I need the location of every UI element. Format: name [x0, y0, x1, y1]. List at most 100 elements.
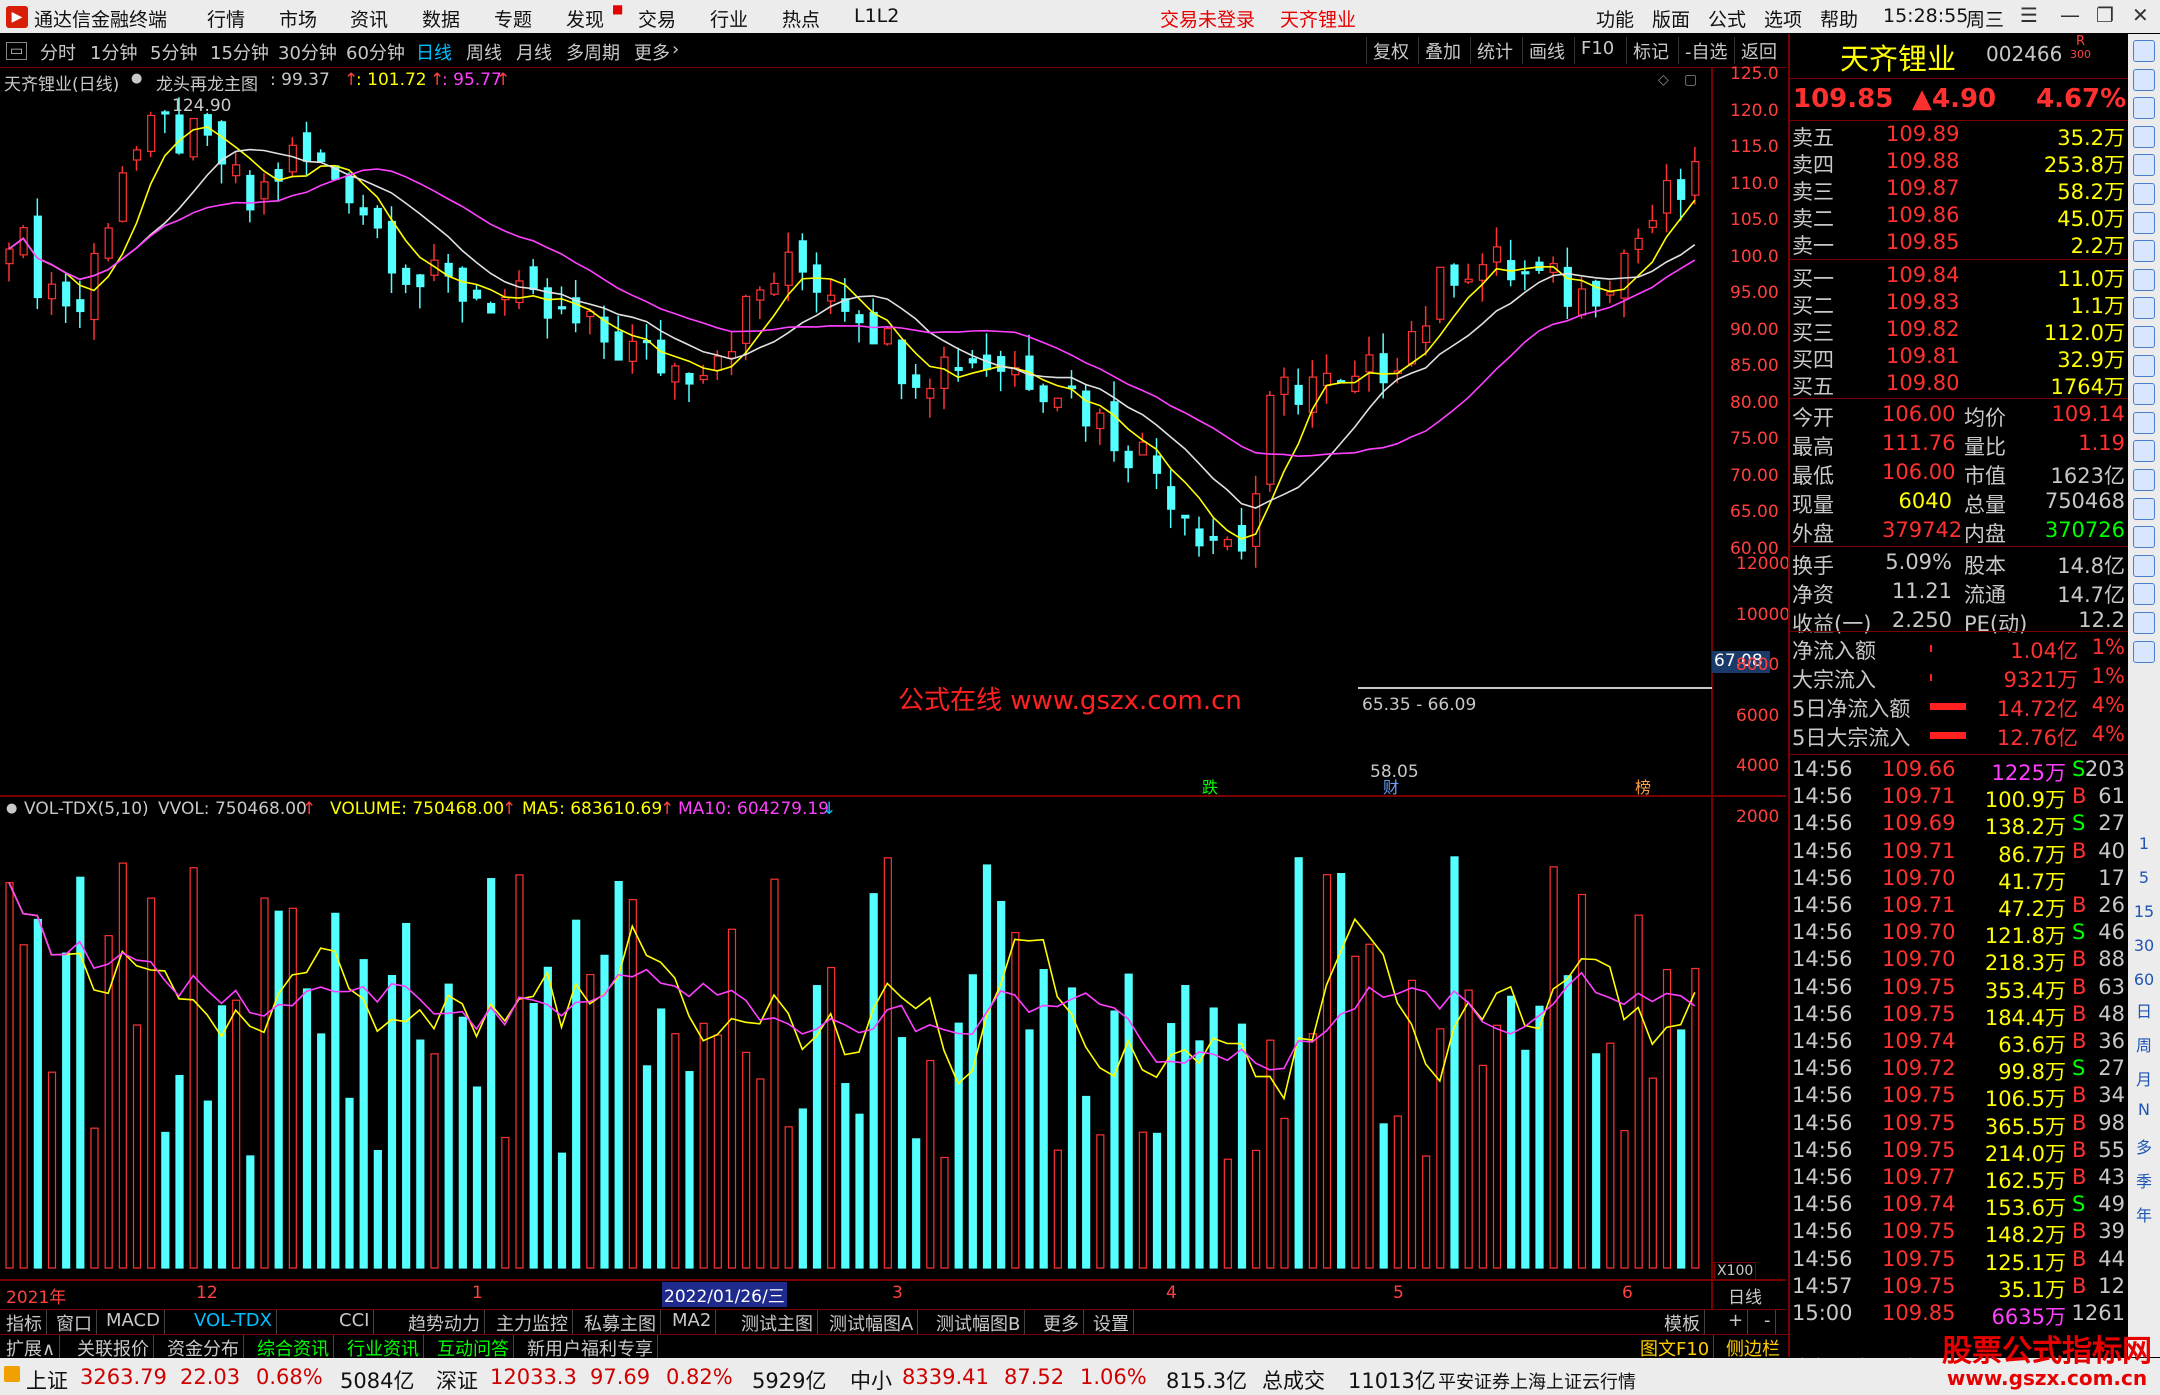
minute-period-30[interactable]: 30 — [2128, 936, 2160, 955]
chart-area[interactable]: 天齐锂业(日线) ● 龙头再龙主图 : 99.37 ↑ : 101.72 ↑ :… — [0, 64, 1790, 1309]
indicator-tab-2[interactable]: MACD — [102, 1310, 165, 1334]
menu-zhuanti[interactable]: 专题 — [494, 5, 532, 32]
arrow-down-icon[interactable] — [2133, 97, 2155, 120]
tool-icon[interactable] — [2133, 469, 2155, 491]
f2-icon[interactable] — [2133, 383, 2155, 406]
kline-chart[interactable] — [0, 68, 1786, 1309]
btn-fuquan[interactable]: 复权 — [1366, 37, 1415, 64]
menu-redian[interactable]: 热点 — [782, 5, 820, 32]
marker-bang[interactable]: 榜 — [1635, 774, 1651, 798]
toggle-icon[interactable]: ▭ — [6, 42, 28, 60]
indicator-tab-12[interactable]: 更多 — [1039, 1310, 1084, 1335]
info-tab-0[interactable]: 扩展∧ — [2, 1335, 61, 1360]
menu-shichang[interactable]: 市场 — [279, 5, 317, 32]
minute-icon[interactable] — [2133, 326, 2155, 348]
gear-icon[interactable] — [2133, 640, 2155, 663]
tab-fenshi[interactable]: 分时 — [40, 39, 76, 65]
list-icon[interactable] — [2133, 154, 2155, 177]
indicator-dropdown-icon[interactable]: ● — [131, 71, 142, 86]
table-icon[interactable] — [2133, 125, 2155, 148]
tab-1min[interactable]: 1分钟 — [90, 39, 137, 65]
indicator-tab-5[interactable]: 趋势动力 — [404, 1310, 485, 1335]
menu-zixun[interactable]: 资讯 — [350, 5, 388, 32]
menu-banmian[interactable]: 版面 — [1652, 5, 1690, 32]
menu-gongshi[interactable]: 公式 — [1708, 5, 1746, 32]
vol-title[interactable]: VOL-TDX(5,10) — [24, 799, 149, 819]
add-button[interactable]: + — [1724, 1310, 1749, 1334]
arrow-up-icon[interactable] — [2133, 68, 2155, 91]
btn-huaxian[interactable]: 画线 — [1522, 37, 1571, 64]
chevron-up-icon[interactable] — [2133, 40, 2155, 62]
main-indicator-name[interactable]: 龙头再龙主图 — [156, 70, 258, 95]
pen-icon[interactable] — [2133, 583, 2155, 606]
menu-icon[interactable]: ☰ — [2020, 3, 2038, 27]
bolt-icon[interactable] — [2133, 526, 2155, 549]
menu-hangye[interactable]: 行业 — [710, 5, 748, 32]
close-icon[interactable]: ✕ — [2132, 3, 2149, 27]
menu-bangzhu[interactable]: 帮助 — [1820, 5, 1858, 32]
btn-tongji[interactable]: 统计 — [1470, 37, 1519, 64]
tab-5min[interactable]: 5分钟 — [150, 39, 197, 65]
sidebar-period-5[interactable]: 季 — [2128, 1168, 2160, 1192]
indicator-tab-1[interactable]: 窗口 — [52, 1310, 97, 1335]
info-tab-6[interactable]: 新用户福利专享 — [523, 1335, 658, 1360]
sidebar-period-0[interactable]: 日 — [2128, 998, 2160, 1022]
indicator-tab-13[interactable]: 设置 — [1089, 1310, 1134, 1335]
indicator-tab-11[interactable]: 测试幅图B — [932, 1310, 1026, 1335]
tab-60min[interactable]: 60分钟 — [346, 39, 405, 65]
sidebar-period-6[interactable]: 年 — [2128, 1202, 2160, 1226]
tab-more[interactable]: 更多 — [634, 39, 670, 65]
btn-zixuan[interactable]: -自选 — [1678, 37, 1734, 64]
indicator-tab-7[interactable]: 私募主图 — [580, 1310, 661, 1335]
info-right-0[interactable]: 图文F10 — [1636, 1335, 1715, 1360]
info-tab-3[interactable]: 综合资讯 — [253, 1335, 334, 1360]
candle-icon[interactable] — [2133, 240, 2155, 263]
move-icon[interactable] — [2133, 554, 2155, 577]
indicator-tab-3[interactable]: VOL-TDX — [190, 1310, 277, 1334]
minimize-icon[interactable]: — — [2060, 3, 2080, 27]
zx-name[interactable]: 中小 — [850, 1365, 892, 1395]
more-chevron-icon[interactable]: › — [672, 39, 679, 60]
grid-icon[interactable] — [2133, 268, 2155, 291]
minute-period-5[interactable]: 5 — [2128, 868, 2160, 887]
remove-button[interactable]: - — [1760, 1310, 1776, 1334]
btn-diejia[interactable]: 叠加 — [1418, 37, 1467, 64]
minute-period-1[interactable]: 1 — [2128, 834, 2160, 853]
rsi-icon[interactable] — [2133, 497, 2155, 520]
sh-name[interactable]: 上证 — [26, 1365, 68, 1395]
restore-icon[interactable]: ❐ — [2096, 3, 2114, 27]
sz-name[interactable]: 深证 — [436, 1365, 478, 1395]
minute-period-15[interactable]: 15 — [2128, 902, 2160, 921]
tab-monthly[interactable]: 月线 — [516, 39, 552, 65]
info-tab-1[interactable]: 关联报价 — [73, 1335, 154, 1360]
clock-icon[interactable] — [2133, 440, 2155, 463]
btn-fanhui[interactable]: 返回 — [1734, 37, 1783, 64]
login-status[interactable]: 交易未登录 — [1160, 5, 1255, 32]
trend-icon[interactable] — [2133, 354, 2155, 377]
tab-weekly[interactable]: 周线 — [466, 39, 502, 65]
sidebar-period-2[interactable]: 月 — [2128, 1066, 2160, 1090]
tab-30min[interactable]: 30分钟 — [278, 39, 337, 65]
menu-l1l2[interactable]: L1L2 — [854, 5, 899, 27]
menu-jiaoyi[interactable]: 交易 — [638, 5, 676, 32]
tab-15min[interactable]: 15分钟 — [210, 39, 269, 65]
chart-icon[interactable] — [2133, 183, 2155, 205]
menu-gongneng[interactable]: 功能 — [1596, 5, 1634, 32]
indicator-tab-10[interactable]: 测试幅图A — [825, 1310, 919, 1335]
indicator-tab-4[interactable]: CCI — [335, 1310, 375, 1334]
indicator-tab-0[interactable]: 指标 — [2, 1310, 47, 1335]
f5-icon[interactable] — [2133, 411, 2155, 434]
minute-period-60[interactable]: 60 — [2128, 970, 2160, 989]
tab-daily[interactable]: 日线 — [416, 39, 452, 65]
info-tab-4[interactable]: 行业资讯 — [343, 1335, 424, 1360]
marker-cai[interactable]: 财 — [1383, 774, 1399, 798]
tab-multi-period[interactable]: 多周期 — [566, 39, 620, 65]
menu-shuju[interactable]: 数据 — [422, 5, 460, 32]
sidebar-period-1[interactable]: 周 — [2128, 1032, 2160, 1056]
indicator-tab-8[interactable]: MA2 — [668, 1310, 717, 1334]
menu-faxian[interactable]: 发现 — [566, 5, 604, 32]
indicator-tab-9[interactable]: 测试主图 — [737, 1310, 818, 1335]
line-chart-icon[interactable] — [2133, 211, 2155, 234]
template-button[interactable]: 模板 — [1660, 1310, 1705, 1335]
menu-hangqing[interactable]: 行情 — [207, 5, 245, 32]
